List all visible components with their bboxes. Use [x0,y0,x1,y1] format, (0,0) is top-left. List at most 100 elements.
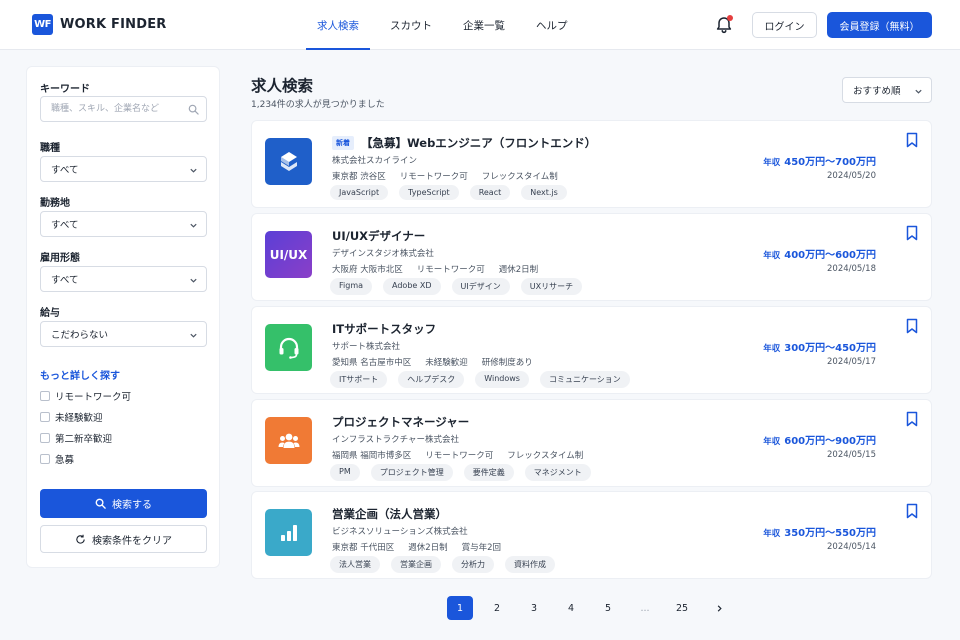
skill-tag: 資料作成 [505,556,555,573]
job-title[interactable]: 【急募】Webエンジニア（フロントエンド） [361,135,596,151]
job-condition: リモートワーク可 [399,172,468,182]
job-title[interactable]: プロジェクトマネージャー [332,414,469,430]
page-button-1[interactable]: 1 [447,596,473,620]
checkbox-second-grad[interactable]: 第二新卒歓迎 [40,431,112,445]
posted-date: 2024/05/17 [827,357,876,367]
employment-select[interactable]: すべて [40,266,207,292]
chevron-down-icon [190,278,197,283]
skill-tag: コミュニケーション [539,371,630,388]
job-condition: 未経験歓迎 [425,358,468,368]
clear-filters-button[interactable]: 検索条件をクリア [40,525,207,553]
skill-tags: JavaScript TypeScript React Next.js [330,185,578,200]
next-page-button[interactable] [706,596,732,620]
job-meta: 大阪府 大阪市北区 リモートワーク可 週休2日制 [332,263,552,275]
skill-tag: 営業企画 [391,556,441,573]
job-title-row: プロジェクトマネージャー [332,414,469,430]
skill-tag: UXリサーチ [520,278,583,295]
salary-prefix: 年収 [763,158,781,168]
job-card[interactable]: 新着 【急募】Webエンジニア（フロントエンド） 株式会社スカイライン 東京都 … [251,120,932,208]
job-type-select[interactable]: すべて [40,156,207,182]
posted-date: 2024/05/20 [827,171,876,181]
logo-mark: WF [32,14,53,35]
bookmark-icon[interactable] [905,318,919,334]
bookmark-icon[interactable] [905,411,919,427]
sort-select[interactable]: おすすめ順 [842,77,932,103]
location-select[interactable]: すべて [40,211,207,237]
skill-tag: Next.js [521,185,567,200]
job-card[interactable]: ITサポートスタッフ サポート株式会社 愛知県 名古屋市中区 未経験歓迎 研修制… [251,306,932,394]
notification-bell-icon[interactable] [714,15,734,35]
company-logo [265,417,312,464]
checkbox-box[interactable] [40,454,50,464]
site-logo[interactable]: WF WORK FINDER [32,14,166,35]
checkbox-box[interactable] [40,391,50,401]
more-filters-link[interactable]: もっと詳しく探す [40,367,120,382]
top-header: WF WORK FINDER 求人検索 スカウト 企業一覧 ヘルプ ログイン 会… [0,0,960,50]
page-button-3[interactable]: 3 [521,596,547,620]
salary-range: 年収 400万円〜600万円 [763,246,876,261]
login-button[interactable]: ログイン [752,12,817,38]
refresh-icon [76,534,85,544]
page-button-4[interactable]: 4 [558,596,584,620]
checkbox-box[interactable] [40,412,50,422]
chevron-right-icon [717,604,722,612]
keyword-label: キーワード [40,84,90,95]
skill-tags: ITサポート ヘルプデスク Windows コミュニケーション [330,371,641,388]
skill-tag: プロジェクト管理 [370,464,453,481]
salary-value: 600万円〜900万円 [784,436,876,447]
company-logo [265,138,312,185]
keyword-input[interactable] [41,97,206,121]
job-condition: 賞与年2回 [461,543,502,553]
job-condition: 週休2日制 [498,265,539,275]
salary-prefix: 年収 [763,437,781,447]
salary-prefix: 年収 [763,529,781,539]
skill-tag: Windows [475,371,529,388]
company-name: サポート株式会社 [332,342,401,352]
company-logo: UI/UX [265,231,312,278]
job-title[interactable]: ITサポートスタッフ [332,321,436,337]
result-count: 1,234件の求人が見つかりました [251,100,385,110]
company-logo-text: UI/UX [269,247,308,262]
search-button[interactable]: 検索する [40,489,207,518]
salary-value: 450万円〜700万円 [784,157,876,168]
job-condition: フレックスタイム制 [481,172,558,182]
employment-label: 雇用形態 [40,253,80,264]
posted-date: 2024/05/18 [827,264,876,274]
checkbox-inexperienced[interactable]: 未経験歓迎 [40,410,103,424]
keyword-field [40,96,207,122]
chevron-down-icon [915,89,922,94]
salary-range: 年収 350万円〜550万円 [763,524,876,539]
job-title[interactable]: UI/UXデザイナー [332,228,425,244]
job-card[interactable]: プロジェクトマネージャー インフラストラクチャー株式会社 福岡県 福岡市博多区 … [251,399,932,487]
register-button[interactable]: 会員登録（無料） [827,12,932,38]
checkbox-remote[interactable]: リモートワーク可 [40,389,131,403]
job-card[interactable]: UI/UX UI/UXデザイナー デザインスタジオ株式会社 大阪府 大阪市北区 … [251,213,932,301]
job-title[interactable]: 営業企画（法人営業） [332,506,447,522]
salary-select[interactable]: こだわらない [40,321,207,347]
job-location: 東京都 渋谷区 [332,172,386,182]
headset-icon [279,337,298,359]
nav-job-search[interactable]: 求人検索 [306,0,370,50]
bookmark-icon[interactable] [905,503,919,519]
job-card[interactable]: 営業企画（法人営業） ビジネスソリューションズ株式会社 東京都 千代田区 週休2… [251,491,932,579]
nav-scout[interactable]: スカウト [379,0,443,50]
bookmark-icon[interactable] [905,132,919,148]
bookmark-icon[interactable] [905,225,919,241]
checkbox-urgent[interactable]: 急募 [40,452,74,466]
salary-value: 400万円〜600万円 [784,250,876,261]
checkbox-box[interactable] [40,433,50,443]
nav-companies[interactable]: 企業一覧 [452,0,516,50]
skill-tag: Figma [330,278,373,295]
job-type-label: 職種 [40,143,60,154]
job-location: 東京都 千代田区 [332,543,395,553]
company-logo [265,509,312,556]
main-nav: 求人検索 スカウト 企業一覧 ヘルプ [306,0,588,50]
skill-tag: 分析力 [452,556,494,573]
page-button-2[interactable]: 2 [484,596,510,620]
nav-help[interactable]: ヘルプ [525,0,579,50]
location-value: すべて [51,220,79,231]
page-button-5[interactable]: 5 [595,596,621,620]
page-button-25[interactable]: 25 [669,596,695,620]
company-name: インフラストラクチャー株式会社 [332,435,459,445]
job-title-row: 新着 【急募】Webエンジニア（フロントエンド） [332,135,596,151]
